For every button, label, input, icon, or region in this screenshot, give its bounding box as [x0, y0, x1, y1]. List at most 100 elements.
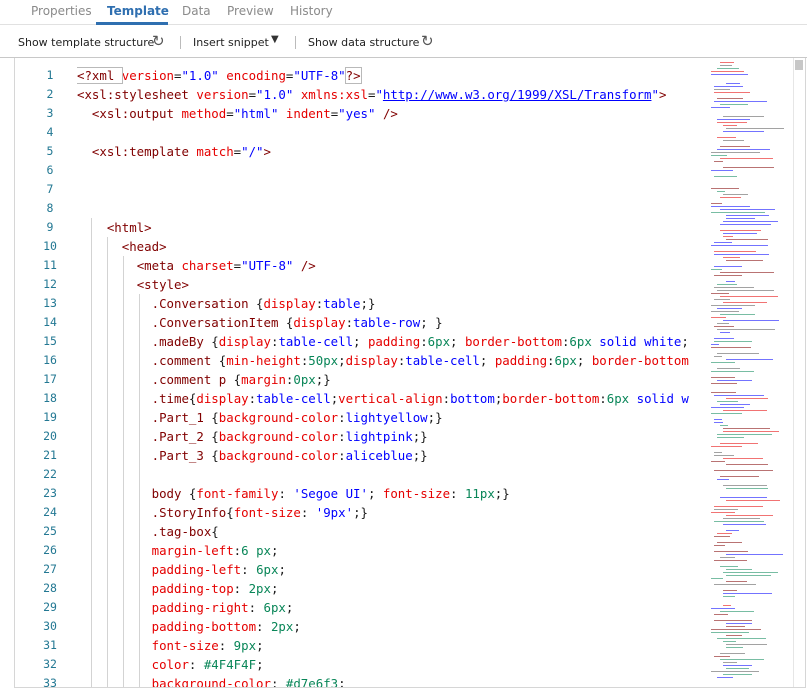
- caret-down-icon[interactable]: ▼: [271, 34, 279, 45]
- minimap-line: [720, 65, 732, 66]
- code-token: padding-right: [151, 600, 249, 615]
- code-token: :: [450, 486, 465, 501]
- show-template-structure-button[interactable]: Show template structure: [18, 36, 154, 49]
- minimap-line: [723, 431, 779, 432]
- minimap-line: [723, 221, 778, 222]
- code-line[interactable]: <xsl:template match="/">: [77, 142, 271, 161]
- refresh-icon[interactable]: ↻: [421, 32, 434, 50]
- code-token: 6px: [606, 391, 630, 406]
- minimap-line: [723, 641, 736, 642]
- minimap-line: [723, 485, 767, 486]
- code-token: "UTF-8": [293, 68, 346, 83]
- code-token: px: [256, 543, 271, 558]
- tab-template[interactable]: Template: [107, 4, 169, 18]
- code-editor[interactable]: 1 2 3 4 5 6 7 8 9 10 11 12 13 14 15 16 17 18 19 20 21 22 23 24 2…: [14, 58, 806, 688]
- minimap-line: [714, 275, 742, 276]
- scrollbar-thumb[interactable]: [795, 60, 803, 70]
- minimap-line: [726, 623, 752, 624]
- code-token: background-color: [218, 448, 339, 463]
- code-line[interactable]: .tag-box{: [77, 522, 219, 541]
- code-line[interactable]: color: #4F4F4F;: [77, 655, 264, 674]
- tab-history[interactable]: History: [290, 4, 333, 18]
- vertical-scrollbar[interactable]: [793, 58, 805, 687]
- code-line[interactable]: .madeBy {display:table-cell; padding:6px…: [77, 332, 689, 351]
- code-token: ;}: [412, 448, 428, 463]
- code-line[interactable]: <head>: [77, 237, 167, 256]
- code-token: lightyellow: [345, 410, 428, 425]
- line-number: 32: [43, 657, 57, 671]
- code-token: >: [263, 144, 271, 159]
- code-line[interactable]: .comment {min-height:50px;display:table-…: [77, 351, 689, 370]
- code-token: 11px: [464, 486, 495, 501]
- code-token: ;: [367, 486, 383, 501]
- code-line[interactable]: <xsl:output method="html" indent="yes" /…: [77, 104, 398, 123]
- code-line[interactable]: <html>: [77, 218, 152, 237]
- minimap-line: [714, 86, 743, 87]
- minimap-line: [714, 89, 730, 90]
- code-line[interactable]: body {font-family: 'Segoe UI'; font-size…: [77, 484, 510, 503]
- code-token: lightpink: [345, 429, 413, 444]
- line-number: 7: [46, 182, 54, 196]
- code-line[interactable]: padding-bottom: 2px;: [77, 617, 301, 636]
- minimap-line: [726, 530, 739, 531]
- code-line[interactable]: .time{display:table-cell;vertical-align:…: [77, 389, 689, 408]
- code-line[interactable]: .StoryInfo{font-size: '9px';}: [77, 503, 368, 522]
- code-line[interactable]: background-color: #d7e6f3;: [77, 674, 346, 687]
- code-line[interactable]: <?xml version="1.0" encoding="UTF-8"?>: [77, 66, 362, 85]
- minimap-line: [717, 290, 774, 291]
- code-token: {: [211, 524, 219, 539]
- tab-data[interactable]: Data: [182, 4, 211, 18]
- code-token: :: [599, 391, 607, 406]
- code-line[interactable]: padding-top: 2px;: [77, 579, 279, 598]
- minimap-line: [720, 566, 738, 567]
- minimap-line: [711, 71, 744, 72]
- code-line[interactable]: .Conversation {display:table;}: [77, 294, 376, 313]
- tab-properties[interactable]: Properties: [31, 4, 92, 18]
- code-token: color: [151, 657, 189, 672]
- insert-snippet-button[interactable]: Insert snippet: [193, 36, 269, 49]
- code-line[interactable]: .Part_1 {background-color:lightyellow;}: [77, 408, 443, 427]
- minimap-line: [723, 116, 764, 117]
- code-line[interactable]: .Part_3 {background-color:aliceblue;}: [77, 446, 428, 465]
- minimap-line: [714, 584, 756, 585]
- minimap-line: [714, 509, 738, 510]
- line-number: 21: [43, 448, 57, 462]
- minimap-line: [720, 224, 771, 225]
- minimap-line: [711, 188, 739, 189]
- code-token: solid: [599, 334, 637, 349]
- code-line[interactable]: .ConversationItem {display:table-row; }: [77, 313, 443, 332]
- code-area[interactable]: <?xml version="1.0" encoding="UTF-8"?> <x…: [77, 58, 709, 687]
- code-line[interactable]: font-size: 9px;: [77, 636, 264, 655]
- code-token: 6px: [427, 334, 451, 349]
- line-number: 15: [43, 334, 57, 348]
- code-token: <xsl:output: [91, 106, 182, 121]
- code-line[interactable]: .comment p {margin:0px;}: [77, 370, 331, 389]
- code-token: =: [248, 87, 257, 102]
- code-token: ;: [576, 353, 592, 368]
- line-number: 27: [43, 562, 57, 576]
- code-line[interactable]: <style>: [77, 275, 189, 294]
- code-line[interactable]: margin-left:6 px;: [77, 541, 279, 560]
- code-token: :: [345, 315, 354, 330]
- refresh-icon[interactable]: ↻: [152, 32, 165, 50]
- code-token: #d7e6f3: [285, 676, 339, 687]
- code-line[interactable]: padding-right: 6px;: [77, 598, 294, 617]
- minimap[interactable]: [709, 58, 793, 687]
- minimap-line: [726, 581, 747, 582]
- code-line[interactable]: <xsl:stylesheet version="1.0" xmlns:xsl=…: [77, 85, 666, 104]
- code-line[interactable]: <meta charset="UTF-8" />: [77, 256, 316, 275]
- code-token: :: [300, 505, 316, 520]
- minimap-line: [723, 572, 778, 573]
- tab-preview[interactable]: Preview: [227, 4, 274, 18]
- code-line[interactable]: padding-left: 6px;: [77, 560, 286, 579]
- code-token: http://www.w3.org/1999/XSL/Transform: [382, 87, 652, 102]
- code-line[interactable]: .Part_2 {background-color:lightpink;}: [77, 427, 428, 446]
- show-data-structure-button[interactable]: Show data structure: [308, 36, 419, 49]
